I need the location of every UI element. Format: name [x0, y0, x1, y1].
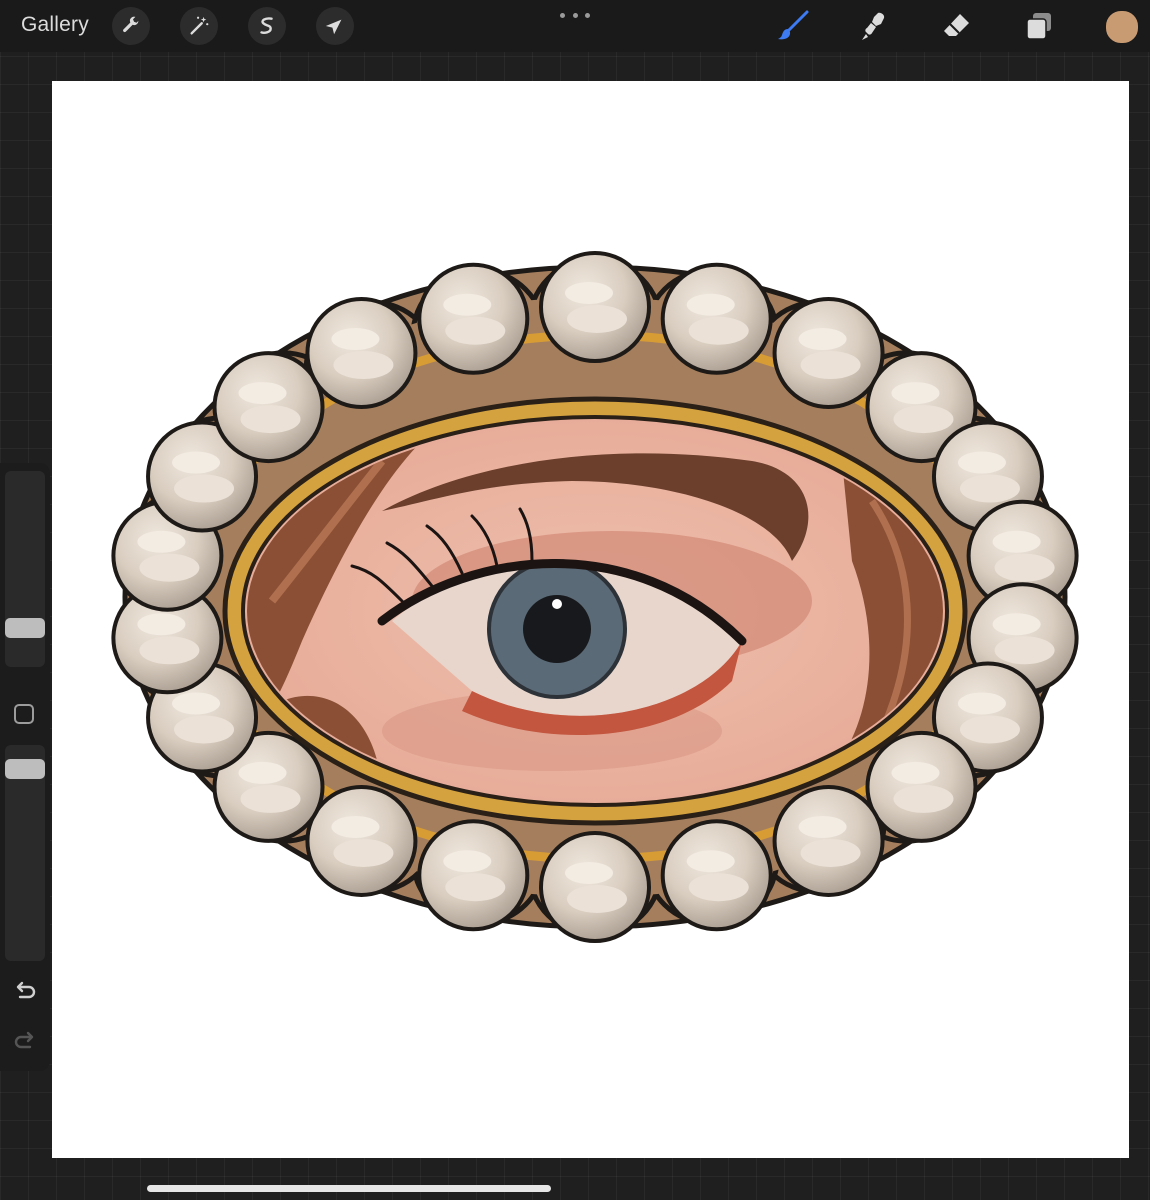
- wrench-icon: [123, 16, 139, 33]
- undo-icon: [16, 981, 36, 999]
- pearl: [305, 784, 418, 897]
- left-sidebar: [0, 463, 50, 1071]
- pearl: [539, 251, 651, 363]
- pearl: [660, 262, 773, 375]
- opacity-slider-handle[interactable]: [5, 758, 45, 779]
- transform-button[interactable]: [316, 7, 354, 45]
- gallery-button[interactable]: Gallery: [21, 13, 89, 37]
- selection-icon: [260, 17, 273, 34]
- pearl: [865, 730, 978, 843]
- pearl: [772, 784, 885, 897]
- artwork-eye-brooch: [111, 251, 1079, 943]
- paint-tool-button[interactable]: [775, 8, 811, 44]
- pearl: [772, 297, 885, 410]
- color-picker-swatch[interactable]: [1105, 10, 1139, 44]
- layers-button[interactable]: [1021, 8, 1057, 44]
- home-indicator: [147, 1185, 551, 1192]
- adjustments-button[interactable]: [180, 7, 218, 45]
- magic-wand-icon: [190, 16, 209, 35]
- pearl: [539, 831, 651, 943]
- smudge-tool-button[interactable]: [857, 8, 893, 44]
- pearl: [417, 819, 530, 932]
- more-options-button[interactable]: [560, 10, 590, 20]
- pearl: [417, 262, 530, 375]
- move-arrow-icon: [325, 19, 342, 35]
- smudge-icon: [862, 12, 885, 40]
- pearl: [212, 351, 325, 464]
- pearl: [660, 819, 773, 932]
- drawing-canvas[interactable]: [52, 81, 1129, 1158]
- actions-wrench-button[interactable]: [112, 7, 150, 45]
- eraser-tool-button[interactable]: [939, 8, 975, 44]
- pearl: [305, 297, 418, 410]
- redo-button[interactable]: [12, 1029, 38, 1055]
- layers-icon: [1026, 13, 1051, 40]
- dot-icon: [585, 12, 590, 18]
- eraser-icon: [944, 14, 969, 36]
- dot-icon: [572, 12, 578, 18]
- selection-button[interactable]: [248, 7, 286, 45]
- top-toolbar: Gallery: [0, 0, 1150, 52]
- brush-icon: [778, 10, 809, 40]
- undo-button[interactable]: [12, 979, 38, 1005]
- modify-square-icon[interactable]: [14, 704, 34, 724]
- redo-icon: [14, 1031, 34, 1049]
- dot-icon: [560, 12, 565, 18]
- brush-size-slider-handle[interactable]: [5, 618, 45, 639]
